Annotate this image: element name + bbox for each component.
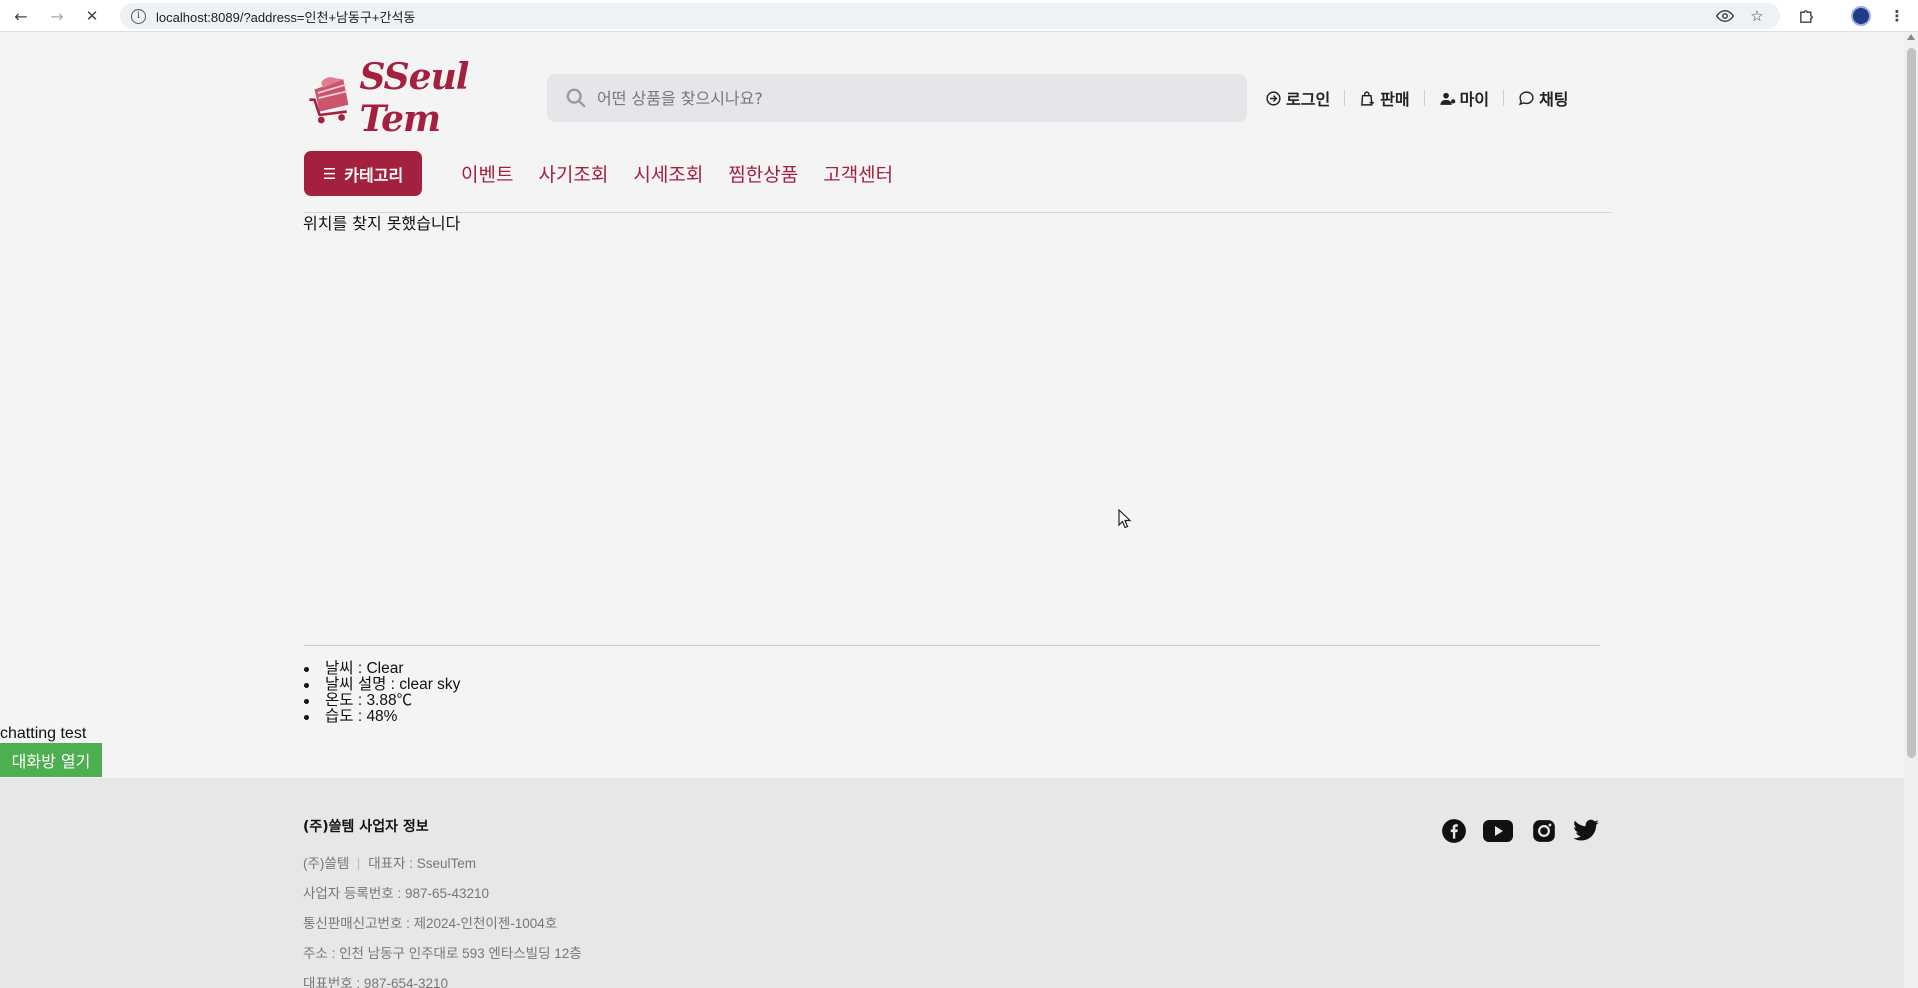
chat-link[interactable]: 채팅 xyxy=(1518,86,1569,110)
divider xyxy=(1344,90,1346,106)
footer-company-line: (주)쓸템 대표자 : SseulTem xyxy=(303,852,476,872)
nav-customer-center[interactable]: 고객센터 xyxy=(823,160,893,187)
footer-ceo: 대표자 : SseulTem xyxy=(368,856,477,871)
site-info-icon[interactable]: i xyxy=(131,8,146,24)
menu-kebab-icon[interactable]: ⋮ xyxy=(1888,7,1906,25)
bullet xyxy=(304,714,309,720)
list-item: 온도 : 3.88℃ xyxy=(303,693,460,709)
footer-company: (주)쓸템 xyxy=(303,856,350,871)
chat-widget-label: chatting test xyxy=(0,725,87,742)
footer-phone: 대표번호 : 987-654-3210 xyxy=(303,976,449,988)
my-label: 마이 xyxy=(1459,90,1490,109)
cart-logo-icon xyxy=(309,77,349,124)
bookmark-star-icon[interactable]: ☆ xyxy=(1748,7,1766,25)
scrollbar-thumb[interactable] xyxy=(1907,48,1916,758)
address-url[interactable]: localhost:8089/?address=인천+남동구+간석동 xyxy=(156,7,415,26)
footer-business-number: 사업자 등록번호 : 987-65-43210 xyxy=(303,886,490,901)
site-logo[interactable]: SSeul Tem xyxy=(306,56,530,140)
instagram-icon[interactable] xyxy=(1529,816,1559,846)
footer-mail-order-number: 통신판매신고번호 : 제2024-인천이젠-1004호 xyxy=(303,916,558,931)
divider xyxy=(358,858,360,871)
weather-humidity: 습도 : 48% xyxy=(325,708,398,725)
user-icon xyxy=(1440,92,1455,105)
bullet xyxy=(304,682,309,688)
footer-title: (주)쓸템 사업자 정보 xyxy=(303,819,429,835)
my-link[interactable]: 마이 xyxy=(1439,86,1489,110)
shopping-bag-icon xyxy=(1361,90,1375,106)
login-label: 로그인 xyxy=(1286,90,1331,109)
address-bar[interactable]: i localhost:8089/?address=인천+남동구+간석동 xyxy=(120,3,1780,29)
browser-toolbar: ← → ✕ i localhost:8089/?address=인천+남동구+간… xyxy=(0,0,1918,32)
nav-divider xyxy=(304,212,1612,213)
nav-price-check[interactable]: 시세조회 xyxy=(633,160,703,187)
logo-text: SSeul Tem xyxy=(359,56,469,140)
category-label: 카테고리 xyxy=(344,165,404,185)
top-links: 로그인 판매 마이 채팅 xyxy=(1265,86,1569,110)
stop-loading-icon[interactable]: ✕ xyxy=(81,5,103,27)
hamburger-icon: ☰ xyxy=(322,164,337,183)
open-chat-room-button[interactable]: 대화방 열기 xyxy=(0,743,102,777)
mouse-cursor-icon xyxy=(1118,509,1132,529)
page-scrollbar[interactable] xyxy=(1904,32,1918,988)
scroll-up-arrow[interactable] xyxy=(1907,34,1915,40)
weather-main: 날씨 : Clear xyxy=(325,660,404,677)
youtube-icon[interactable] xyxy=(1483,816,1513,846)
extensions-icon[interactable] xyxy=(1797,7,1815,25)
nav-wishlist[interactable]: 찜한상품 xyxy=(728,160,798,187)
footer: (주)쓸템 사업자 정보 (주)쓸템 대표자 : SseulTem 사업자 등록번… xyxy=(0,778,1904,988)
nav-fraud-check[interactable]: 사기조회 xyxy=(538,160,608,187)
nav-event[interactable]: 이벤트 xyxy=(461,160,513,187)
bullet xyxy=(304,698,309,704)
bullet xyxy=(304,666,309,672)
back-icon[interactable]: ← xyxy=(10,5,32,27)
main-nav: 이벤트 사기조회 시세조회 찜한상품 고객센터 xyxy=(461,160,918,187)
twitter-icon[interactable] xyxy=(1571,816,1601,846)
footer-address: 주소 : 인천 남동구 인주대로 593 엔타스빌딩 12층 xyxy=(303,946,582,961)
divider xyxy=(1423,90,1425,106)
chat-bubble-icon xyxy=(1519,90,1534,105)
category-button[interactable]: ☰ 카테고리 xyxy=(304,151,422,196)
login-icon xyxy=(1266,90,1281,106)
location-message: 위치를 찾지 못했습니다 xyxy=(303,214,461,233)
forward-icon[interactable]: → xyxy=(46,5,68,27)
profile-avatar[interactable] xyxy=(1851,6,1871,26)
weather-divider xyxy=(304,645,1600,646)
sell-link[interactable]: 판매 xyxy=(1359,86,1410,110)
search-input[interactable] xyxy=(597,88,1197,108)
list-item: 날씨 설명 : clear sky xyxy=(303,677,460,693)
weather-temperature: 온도 : 3.88℃ xyxy=(325,692,413,709)
list-item: 날씨 : Clear xyxy=(303,661,460,677)
list-item: 습도 : 48% xyxy=(303,709,460,725)
divider xyxy=(1503,90,1505,106)
weather-description: 날씨 설명 : clear sky xyxy=(325,676,461,693)
eye-icon[interactable] xyxy=(1716,7,1734,25)
facebook-icon[interactable] xyxy=(1439,816,1469,846)
search-bar[interactable] xyxy=(547,74,1247,122)
weather-list: 날씨 : Clear 날씨 설명 : clear sky 온도 : 3.88℃ … xyxy=(303,661,460,725)
search-icon[interactable] xyxy=(565,87,587,109)
login-link[interactable]: 로그인 xyxy=(1265,86,1330,110)
chat-label: 채팅 xyxy=(1539,90,1569,109)
sell-label: 판매 xyxy=(1380,90,1410,109)
